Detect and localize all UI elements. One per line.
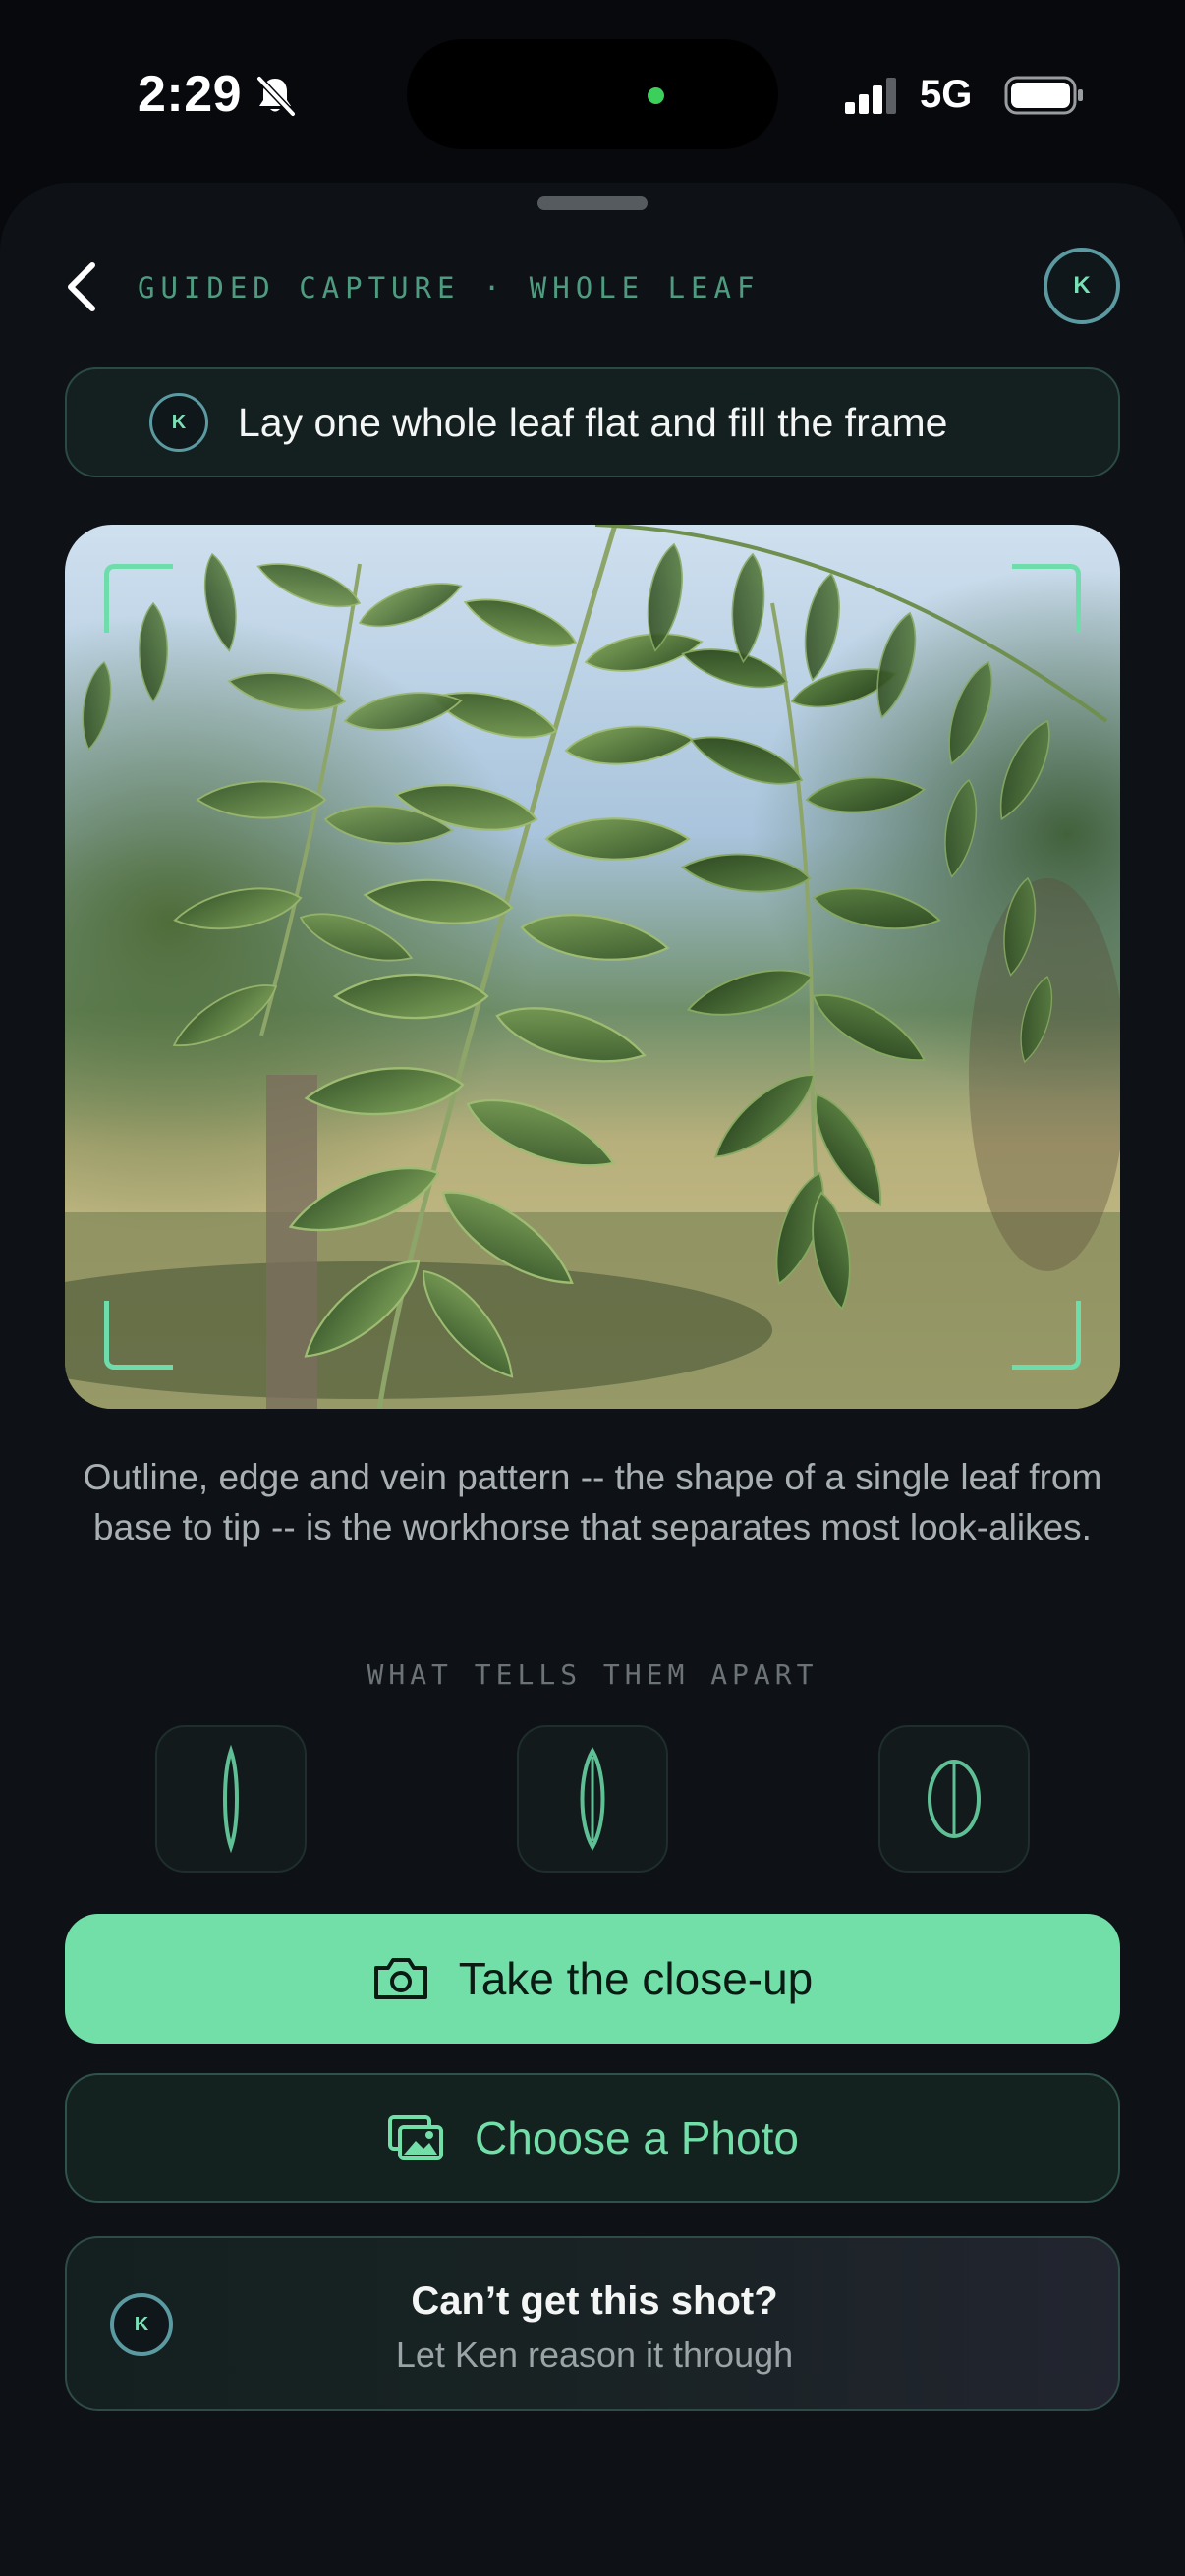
status-time: 2:29	[138, 66, 243, 123]
sheet-grabber[interactable]	[537, 196, 648, 210]
capture-description: Outline, edge and vein pattern -- the sh…	[83, 1457, 1102, 1547]
take-close-up-button[interactable]: Take the close-up	[65, 1914, 1120, 2044]
battery-icon	[1004, 76, 1083, 115]
ask-ken-card[interactable]: K Can’t get this shot? Let Ken reason it…	[65, 2236, 1120, 2411]
back-button[interactable]	[55, 252, 110, 322]
narrow-leaf-icon	[223, 1745, 239, 1853]
traits-section-label: WHAT TELLS THEM APART	[367, 1658, 818, 1691]
lanceolate-leaf-icon	[580, 1747, 605, 1851]
ken-avatar-button[interactable]: K	[1044, 248, 1120, 324]
frame-corner-top-left	[104, 564, 173, 633]
oval-leaf-icon	[928, 1760, 981, 1838]
frame-corner-bottom-right	[1012, 1301, 1081, 1370]
camera-icon	[373, 1958, 427, 1999]
choose-photo-label: Choose a Photo	[475, 2112, 799, 2163]
chevron-left-icon	[68, 262, 95, 311]
camera-indicator-dot	[648, 87, 664, 104]
instruction-text: Lay one whole leaf flat and fill the fra…	[238, 399, 948, 445]
leaf-photo	[65, 525, 1120, 1409]
network-label: 5G	[920, 73, 973, 116]
trait-lanceolate-leaf[interactable]	[517, 1725, 668, 1873]
instruction-banner: K Lay one whole leaf flat and fill the f…	[65, 367, 1120, 477]
status-bar: 2:29 5G	[0, 0, 1185, 187]
take-close-up-label: Take the close-up	[458, 1953, 814, 2004]
trait-narrow-leaf[interactable]	[155, 1725, 307, 1873]
choose-photo-button[interactable]: Choose a Photo	[65, 2073, 1120, 2203]
trait-oval-leaf[interactable]	[878, 1725, 1030, 1873]
ask-ken-title: Can’t get this shot?	[411, 2279, 778, 2323]
leaf-photo-image	[65, 525, 1120, 1409]
ken-avatar: K	[149, 393, 208, 452]
signal-icon	[845, 78, 896, 114]
screen-title: GUIDED CAPTURE · WHOLE LEAF	[138, 271, 761, 305]
dynamic-island	[407, 39, 778, 149]
frame-corner-bottom-left	[104, 1301, 173, 1370]
ask-ken-subtitle: Let Ken reason it through	[395, 2334, 794, 2375]
frame-corner-top-right	[1012, 564, 1081, 633]
photos-icon	[388, 2115, 444, 2160]
bell-slash-icon	[256, 76, 296, 117]
